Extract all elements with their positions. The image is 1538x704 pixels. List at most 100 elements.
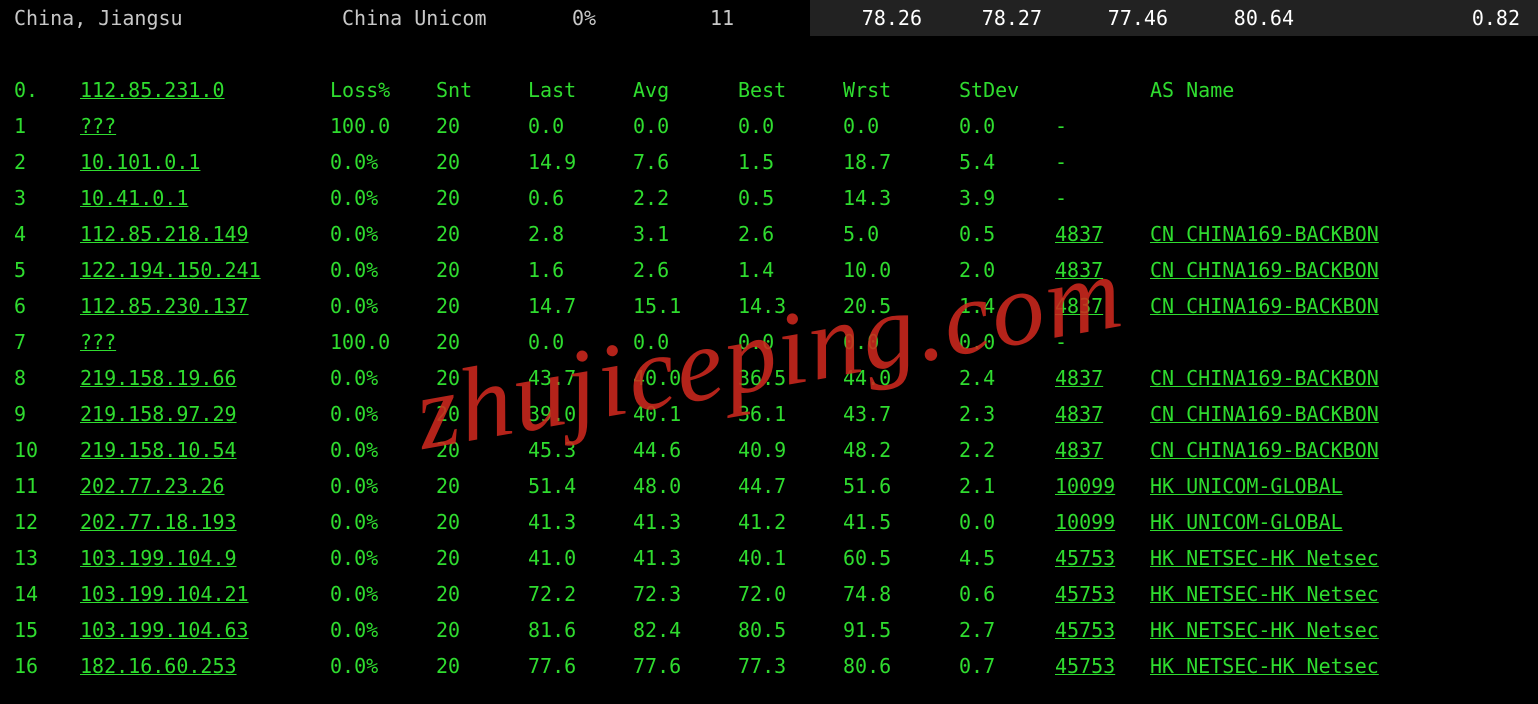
hop-row: 14103.199.104.210.0%2072.272.372.074.80.… [0, 576, 1538, 612]
hop-loss: 0.0% [330, 252, 436, 288]
hop-avg: 3.1 [633, 216, 738, 252]
hop-avg: 2.2 [633, 180, 738, 216]
status-val1: 78.26 [810, 0, 940, 36]
hop-row: 210.101.0.10.0%2014.97.61.518.75.4- [0, 144, 1538, 180]
hop-asn: 4837 [1055, 360, 1150, 396]
hop-best: 41.2 [738, 504, 843, 540]
hop-number: 15 [0, 612, 80, 648]
hop-host: 103.199.104.9 [80, 540, 330, 576]
status-val5: 0.82 [1312, 0, 1538, 36]
hop-loss: 0.0% [330, 468, 436, 504]
hop-wrst: 91.5 [843, 612, 959, 648]
hop-avg: 44.6 [633, 432, 738, 468]
status-val2: 78.27 [940, 0, 1060, 36]
hop-asname: HK NETSEC-HK Netsec [1150, 540, 1538, 576]
hop-row: 16182.16.60.2530.0%2077.677.677.380.60.7… [0, 648, 1538, 684]
hop-avg: 40.1 [633, 396, 738, 432]
hop-host: ??? [80, 324, 330, 360]
hop-best: 0.0 [738, 108, 843, 144]
hop-snt: 20 [436, 216, 528, 252]
hop-wrst: 0.0 [843, 324, 959, 360]
hop-row: 4112.85.218.1490.0%202.83.12.65.00.54837… [0, 216, 1538, 252]
hop-asn: 45753 [1055, 612, 1150, 648]
hop-number: 3 [0, 180, 80, 216]
header-wrst: Wrst [843, 72, 959, 108]
hop-avg: 41.3 [633, 540, 738, 576]
hop-last: 39.0 [528, 396, 633, 432]
header-best: Best [738, 72, 843, 108]
header-last: Last [528, 72, 633, 108]
hop-stdev: 0.7 [959, 648, 1055, 684]
hop-last: 0.0 [528, 324, 633, 360]
hop-number: 8 [0, 360, 80, 396]
hop-host: 219.158.10.54 [80, 432, 330, 468]
hop-snt: 20 [436, 468, 528, 504]
hop-asn: 45753 [1055, 576, 1150, 612]
hop-number: 6 [0, 288, 80, 324]
hop-asname: HK NETSEC-HK Netsec [1150, 648, 1538, 684]
hop-row: 6112.85.230.1370.0%2014.715.114.320.51.4… [0, 288, 1538, 324]
header-snt: Snt [436, 72, 528, 108]
hop-host: 10.101.0.1 [80, 144, 330, 180]
hop-snt: 20 [436, 144, 528, 180]
hop-stdev: 0.6 [959, 576, 1055, 612]
hop-wrst: 18.7 [843, 144, 959, 180]
hop-host: 122.194.150.241 [80, 252, 330, 288]
hop-asname: HK UNICOM-GLOBAL [1150, 468, 1538, 504]
hop-snt: 20 [436, 648, 528, 684]
header-loss: Loss% [330, 72, 436, 108]
hop-wrst: 43.7 [843, 396, 959, 432]
hop-row: 310.41.0.10.0%200.62.20.514.33.9- [0, 180, 1538, 216]
hop-best: 14.3 [738, 288, 843, 324]
hop-loss: 0.0% [330, 216, 436, 252]
hop-avg: 48.0 [633, 468, 738, 504]
hop-last: 81.6 [528, 612, 633, 648]
hop-stdev: 2.1 [959, 468, 1055, 504]
hop-stdev: 3.9 [959, 180, 1055, 216]
hop-asn: 4837 [1055, 396, 1150, 432]
hop-loss: 0.0% [330, 180, 436, 216]
hop-snt: 20 [436, 612, 528, 648]
hop-best: 2.6 [738, 216, 843, 252]
hop-row: 5122.194.150.2410.0%201.62.61.410.02.048… [0, 252, 1538, 288]
hop-avg: 72.3 [633, 576, 738, 612]
hop-last: 43.7 [528, 360, 633, 396]
hop-best: 36.1 [738, 396, 843, 432]
hop-best: 40.9 [738, 432, 843, 468]
hop-asname: HK NETSEC-HK Netsec [1150, 576, 1538, 612]
hop-asn: 45753 [1055, 540, 1150, 576]
hop-loss: 0.0% [330, 288, 436, 324]
header-host: 112.85.231.0 [80, 72, 330, 108]
hop-best: 0.5 [738, 180, 843, 216]
hop-asname [1150, 324, 1538, 360]
status-val3: 77.46 [1060, 0, 1186, 36]
hop-asn: 4837 [1055, 288, 1150, 324]
hop-asname: CN CHINA169-BACKBON [1150, 216, 1538, 252]
hop-number: 1 [0, 108, 80, 144]
hop-last: 51.4 [528, 468, 633, 504]
terminal: China, Jiangsu China Unicom 0% 11 78.26 … [0, 0, 1538, 684]
hop-number: 10 [0, 432, 80, 468]
hop-stdev: 2.7 [959, 612, 1055, 648]
hop-wrst: 80.6 [843, 648, 959, 684]
hop-snt: 20 [436, 504, 528, 540]
hop-best: 72.0 [738, 576, 843, 612]
hop-loss: 0.0% [330, 540, 436, 576]
hop-asname: CN CHINA169-BACKBON [1150, 288, 1538, 324]
hop-host: 182.16.60.253 [80, 648, 330, 684]
hop-loss: 0.0% [330, 432, 436, 468]
hop-last: 77.6 [528, 648, 633, 684]
hop-asn: - [1055, 108, 1150, 144]
hop-wrst: 44.0 [843, 360, 959, 396]
hop-loss: 0.0% [330, 648, 436, 684]
hop-number: 4 [0, 216, 80, 252]
hop-best: 1.4 [738, 252, 843, 288]
hop-stdev: 0.5 [959, 216, 1055, 252]
hop-snt: 20 [436, 540, 528, 576]
hop-last: 72.2 [528, 576, 633, 612]
hop-number: 11 [0, 468, 80, 504]
hop-row: 15103.199.104.630.0%2081.682.480.591.52.… [0, 612, 1538, 648]
hop-last: 2.8 [528, 216, 633, 252]
hop-wrst: 48.2 [843, 432, 959, 468]
hop-avg: 15.1 [633, 288, 738, 324]
